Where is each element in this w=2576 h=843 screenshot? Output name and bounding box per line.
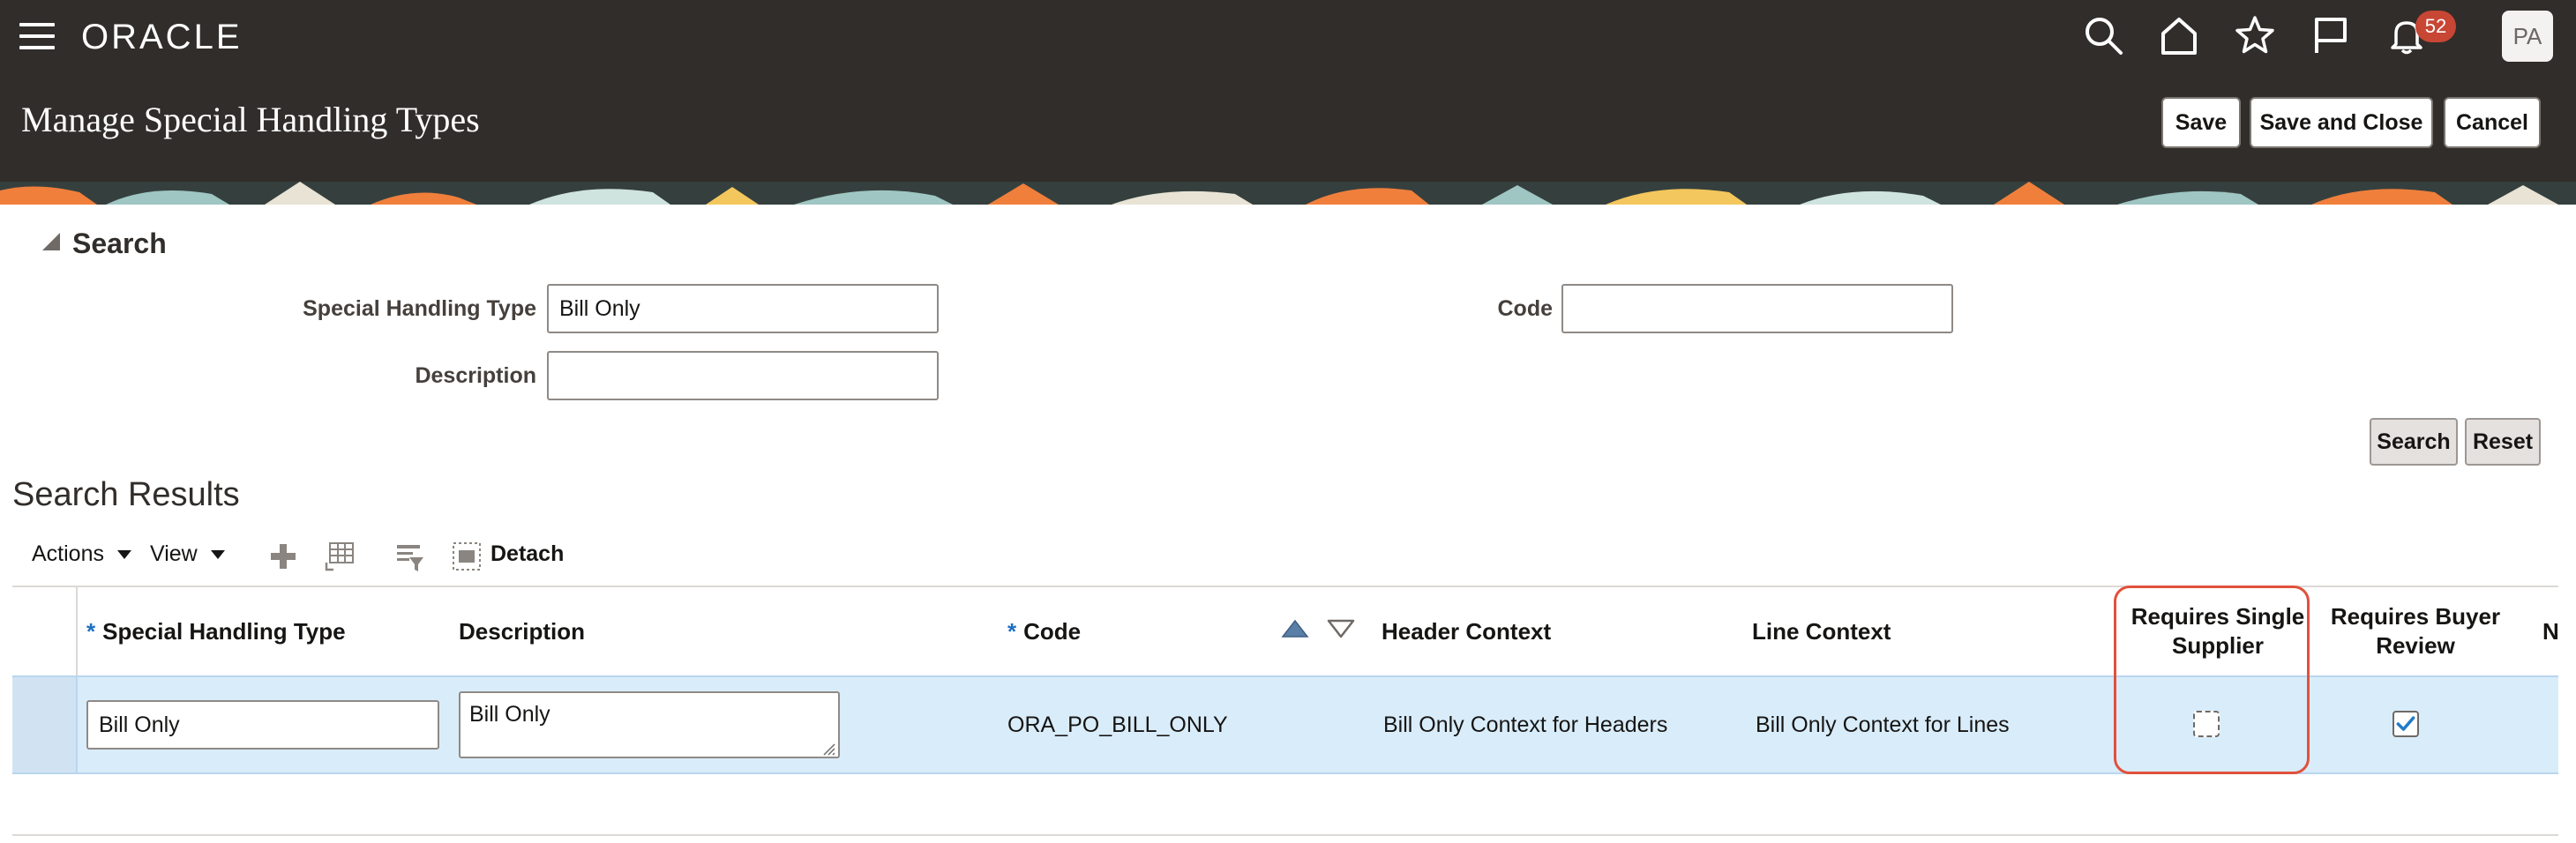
reset-button[interactable]: Reset: [2465, 418, 2541, 466]
description-input[interactable]: [547, 351, 939, 400]
row-code: ORA_PO_BILL_ONLY: [1007, 712, 1228, 737]
checkmark-icon: [2396, 716, 2415, 731]
results-table: * Special Handling Type Description * Co…: [12, 586, 2558, 838]
chevron-down-icon: [116, 550, 131, 560]
row-header-context: Bill Only Context for Headers: [1383, 712, 1668, 737]
view-menu-label: View: [150, 541, 198, 566]
favorites-star-icon[interactable]: [2234, 14, 2276, 56]
sort-ascending-icon[interactable]: [1281, 617, 1309, 640]
row-header-column: [12, 587, 78, 675]
collapse-search-triangle-icon[interactable]: [41, 231, 62, 252]
notification-count-badge: 52: [2415, 11, 2456, 42]
column-header-requires-buyer-review-label: Requires Buyer Review: [2330, 603, 2501, 659]
hamburger-menu-icon[interactable]: [19, 21, 55, 51]
description-label: Description: [415, 363, 536, 388]
requires-buyer-review-checkbox[interactable]: [2393, 711, 2419, 737]
decorative-banner: [0, 182, 2576, 205]
table-bottom-border: [12, 834, 2558, 836]
row-line-context: Bill Only Context for Lines: [1756, 712, 2010, 737]
code-label: Code: [1497, 296, 1554, 321]
user-avatar[interactable]: PA: [2502, 11, 2553, 62]
column-header-special-handling-type[interactable]: * Special Handling Type: [86, 587, 457, 675]
special-handling-type-input[interactable]: [547, 284, 939, 333]
cancel-button[interactable]: Cancel: [2444, 97, 2541, 148]
home-icon[interactable]: [2158, 14, 2200, 56]
requires-single-supplier-highlight: [2114, 586, 2310, 774]
column-header-header-context[interactable]: Header Context: [1382, 587, 1717, 675]
search-results-heading: Search Results: [12, 476, 240, 513]
search-section-heading[interactable]: Search: [72, 228, 167, 260]
column-header-code[interactable]: * Code: [1007, 587, 1272, 675]
special-handling-type-label: Special Handling Type: [303, 296, 536, 321]
column-header-line-context-label: Line Context: [1752, 617, 1891, 645]
row-description-textarea[interactable]: Bill Only: [459, 691, 840, 758]
add-row-icon[interactable]: [266, 540, 300, 573]
detach-icon[interactable]: [450, 540, 483, 573]
row-selector[interactable]: [12, 677, 78, 772]
page-title: Manage Special Handling Types: [21, 100, 480, 139]
flag-icon[interactable]: [2310, 14, 2352, 56]
oracle-logo[interactable]: ORACLE: [81, 18, 243, 57]
column-header-description-label: Description: [459, 617, 586, 645]
actions-menu[interactable]: Actions: [32, 541, 133, 567]
required-indicator: *: [86, 617, 96, 645]
column-header-requires-buyer-review[interactable]: Requires Buyer Review: [2324, 587, 2507, 675]
view-menu[interactable]: View: [150, 541, 227, 567]
freeze-columns-icon[interactable]: [323, 540, 356, 573]
save-button[interactable]: Save: [2161, 97, 2241, 148]
detach-button[interactable]: Detach: [490, 541, 564, 567]
row-special-handling-type-input[interactable]: [86, 700, 439, 750]
column-header-truncated[interactable]: N: [2542, 587, 2558, 675]
column-header-code-label: Code: [1023, 617, 1082, 645]
column-header-special-handling-type-label: Special Handling Type: [102, 617, 346, 645]
column-header-line-context[interactable]: Line Context: [1752, 587, 2087, 675]
chevron-down-icon: [210, 550, 225, 560]
query-by-example-icon[interactable]: [393, 540, 427, 573]
textarea-resize-grip-icon[interactable]: [820, 741, 836, 757]
column-header-description[interactable]: Description: [459, 587, 723, 675]
save-and-close-button[interactable]: Save and Close: [2250, 97, 2433, 148]
sort-descending-icon[interactable]: [1327, 617, 1355, 640]
actions-menu-label: Actions: [32, 541, 104, 566]
column-header-header-context-label: Header Context: [1382, 617, 1552, 645]
column-header-truncated-label: N: [2542, 617, 2558, 645]
required-indicator: *: [1007, 617, 1017, 645]
code-input[interactable]: [1561, 284, 1953, 333]
search-button[interactable]: Search: [2370, 418, 2458, 466]
search-icon[interactable]: [2082, 14, 2124, 56]
